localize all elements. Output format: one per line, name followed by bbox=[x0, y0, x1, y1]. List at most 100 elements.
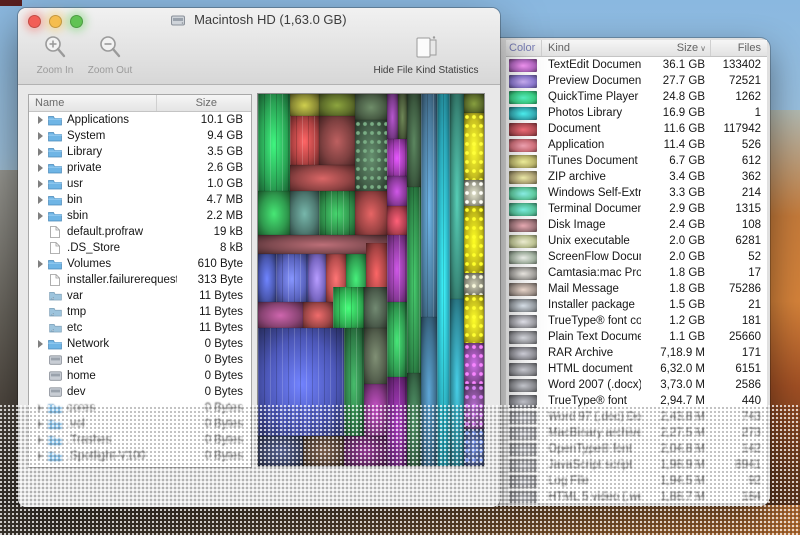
stats-row[interactable]: Preview Document27.7 GB72521 bbox=[506, 73, 767, 89]
tree-row[interactable]: .Spotlight-V1000 Bytes bbox=[29, 448, 251, 464]
hide-file-kind-statistics-button[interactable]: Hide File Kind Statistics bbox=[360, 34, 492, 76]
treemap-block[interactable] bbox=[464, 273, 484, 295]
disclosure-triangle-icon[interactable] bbox=[34, 148, 47, 156]
stats-row[interactable]: MacBinary archive2,27.5 M273 bbox=[506, 425, 767, 441]
column-header-color[interactable]: Color bbox=[506, 40, 542, 56]
treemap-block[interactable] bbox=[450, 299, 464, 466]
stats-row[interactable]: TrueType® font collect1.2 GB181 bbox=[506, 313, 767, 329]
disclosure-triangle-icon[interactable] bbox=[34, 196, 47, 204]
stats-row[interactable]: RAR Archive7,18.9 M171 bbox=[506, 345, 767, 361]
treemap-block[interactable] bbox=[258, 191, 290, 236]
stats-row[interactable]: Mail Message1.8 GB75286 bbox=[506, 281, 767, 297]
stats-row[interactable]: ScreenFlow Documen2.0 GB52 bbox=[506, 249, 767, 265]
stats-row[interactable]: OpenType® font2,04.8 M142 bbox=[506, 441, 767, 457]
tree-row[interactable]: usr1.0 GB bbox=[29, 176, 251, 192]
disclosure-triangle-icon[interactable] bbox=[34, 436, 47, 444]
zoom-in-button[interactable]: Zoom In bbox=[32, 34, 78, 76]
treemap-block[interactable] bbox=[387, 206, 407, 236]
stats-row[interactable]: iTunes Document6.7 GB612 bbox=[506, 153, 767, 169]
disclosure-triangle-icon[interactable] bbox=[34, 212, 47, 220]
tree-column-header-size[interactable]: Size bbox=[156, 95, 251, 111]
treemap-block[interactable] bbox=[290, 94, 319, 116]
stats-row[interactable]: ZIP archive3.4 GB362 bbox=[506, 169, 767, 185]
treemap-block[interactable] bbox=[387, 377, 407, 466]
disclosure-triangle-icon[interactable] bbox=[34, 260, 47, 268]
tree-row[interactable]: Applications10.1 GB bbox=[29, 112, 251, 128]
treemap-block[interactable] bbox=[276, 254, 308, 302]
stats-row[interactable]: Terminal Document2.9 GB1315 bbox=[506, 201, 767, 217]
stats-row[interactable]: HTML document6,32.0 M6151 bbox=[506, 361, 767, 377]
tree-row[interactable]: .Trashes0 Bytes bbox=[29, 432, 251, 448]
tree-row[interactable]: System9.4 GB bbox=[29, 128, 251, 144]
tree-row[interactable]: private2.6 GB bbox=[29, 160, 251, 176]
treemap-block[interactable] bbox=[464, 180, 484, 206]
titlebar[interactable]: Macintosh HD (1,63.0 GB) bbox=[18, 8, 500, 30]
treemap-block[interactable] bbox=[364, 384, 387, 436]
tree-row[interactable]: installer.failurerequests313 Byte bbox=[29, 272, 251, 288]
treemap-block[interactable] bbox=[398, 94, 407, 139]
stats-row[interactable]: TrueType® font2,94.7 M440 bbox=[506, 393, 767, 409]
disclosure-triangle-icon[interactable] bbox=[34, 404, 47, 412]
treemap-block[interactable] bbox=[464, 113, 484, 180]
treemap-block[interactable] bbox=[308, 254, 326, 302]
tree-row[interactable]: .DS_Store8 kB bbox=[29, 240, 251, 256]
treemap-block[interactable] bbox=[258, 94, 290, 191]
tree-column-header-name[interactable]: Name bbox=[29, 97, 156, 109]
treemap-block[interactable] bbox=[364, 287, 387, 328]
treemap-block[interactable] bbox=[464, 429, 484, 466]
disclosure-triangle-icon[interactable] bbox=[34, 164, 47, 172]
stats-row[interactable]: Camtasia:mac Project1.8 GB17 bbox=[506, 265, 767, 281]
disclosure-triangle-icon[interactable] bbox=[34, 452, 47, 460]
tree-row[interactable]: net0 Bytes bbox=[29, 352, 251, 368]
disclosure-triangle-icon[interactable] bbox=[34, 132, 47, 140]
column-header-kind[interactable]: Kind bbox=[542, 40, 647, 56]
disclosure-triangle-icon[interactable] bbox=[34, 180, 47, 188]
stats-row[interactable]: Word 2007 (.docx) Dc3,73.0 M2586 bbox=[506, 377, 767, 393]
tree-row[interactable]: Network0 Bytes bbox=[29, 336, 251, 352]
tree-row[interactable]: tmp11 Bytes bbox=[29, 304, 251, 320]
treemap-block[interactable] bbox=[450, 94, 464, 299]
treemap-block[interactable] bbox=[407, 187, 421, 373]
treemap-block[interactable] bbox=[344, 436, 387, 466]
treemap-block[interactable] bbox=[464, 343, 484, 384]
stats-row[interactable]: Unix executable2.0 GB6281 bbox=[506, 233, 767, 249]
treemap-block[interactable] bbox=[355, 94, 387, 120]
tree-row[interactable]: dev0 Bytes bbox=[29, 384, 251, 400]
treemap-block[interactable] bbox=[258, 436, 303, 466]
treemap-block[interactable] bbox=[387, 302, 407, 376]
treemap-block[interactable] bbox=[355, 120, 387, 191]
treemap-block[interactable] bbox=[464, 206, 484, 273]
treemap-block[interactable] bbox=[387, 139, 407, 176]
treemap-block[interactable] bbox=[464, 384, 484, 429]
stats-row[interactable]: QuickTime Player Doc24.8 GB1262 bbox=[506, 89, 767, 105]
stats-row[interactable]: HTML 5 video (.webm)1,88.7 M184 bbox=[506, 489, 767, 503]
treemap-block[interactable] bbox=[464, 94, 484, 113]
stats-row[interactable]: Disk Image2.4 GB108 bbox=[506, 217, 767, 233]
treemap-block[interactable] bbox=[290, 116, 319, 164]
stats-row[interactable]: Log File1,94.5 M92 bbox=[506, 473, 767, 489]
stats-row[interactable]: Word 97 (.doc) Docum2,43.8 M743 bbox=[506, 409, 767, 425]
treemap-block[interactable] bbox=[421, 94, 437, 317]
treemap-block[interactable] bbox=[407, 94, 421, 187]
treemap-block[interactable] bbox=[303, 436, 344, 466]
tree-row[interactable]: .vol0 Bytes bbox=[29, 416, 251, 432]
treemap-block[interactable] bbox=[319, 116, 355, 164]
treemap-visualization[interactable] bbox=[257, 93, 485, 467]
treemap-block[interactable] bbox=[258, 302, 303, 328]
tree-row[interactable]: etc11 Bytes bbox=[29, 320, 251, 336]
stats-row[interactable]: Windows Self-Extracti3.3 GB214 bbox=[506, 185, 767, 201]
stats-row[interactable]: TextEdit Document36.1 GB133402 bbox=[506, 57, 767, 73]
tree-row[interactable]: cores0 Bytes bbox=[29, 400, 251, 416]
disclosure-triangle-icon[interactable] bbox=[34, 116, 47, 124]
stats-row[interactable]: Installer package1.5 GB21 bbox=[506, 297, 767, 313]
stats-row[interactable]: Plain Text Document1.1 GB25660 bbox=[506, 329, 767, 345]
zoom-out-button[interactable]: Zoom Out bbox=[84, 34, 136, 76]
stats-row[interactable]: JavaScript script1,98.9 M8941 bbox=[506, 457, 767, 473]
treemap-block[interactable] bbox=[303, 302, 332, 328]
treemap-block[interactable] bbox=[344, 328, 364, 436]
treemap-block[interactable] bbox=[258, 328, 344, 436]
tree-row[interactable]: var11 Bytes bbox=[29, 288, 251, 304]
treemap-block[interactable] bbox=[387, 94, 398, 139]
stats-row[interactable]: Photos Library16.9 GB1 bbox=[506, 105, 767, 121]
treemap-block[interactable] bbox=[290, 191, 319, 236]
